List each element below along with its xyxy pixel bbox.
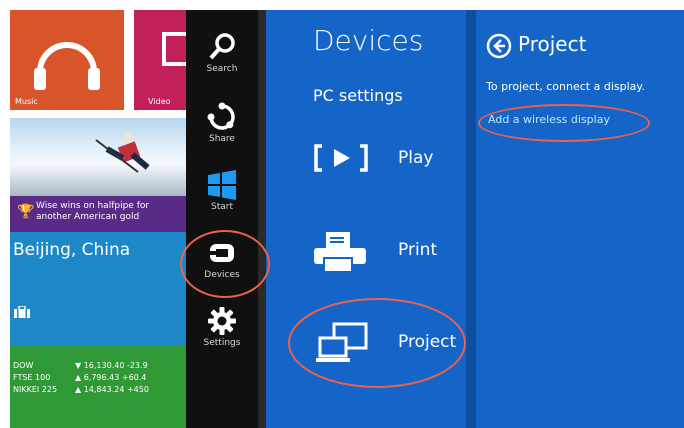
device-item-play[interactable]: Play — [266, 138, 466, 198]
finance-index-value: ▲ 14,843.24 +450 — [75, 385, 149, 394]
search-icon — [209, 33, 235, 60]
devices-icon — [210, 244, 234, 262]
share-icon — [207, 102, 235, 130]
headphones-icon — [34, 42, 100, 90]
charm-devices-label: Devices — [204, 270, 240, 280]
devices-pane: Devices PC settings Play Print Project — [266, 10, 466, 428]
charm-search[interactable]: Search — [186, 32, 258, 74]
news-headline: Wise wins on halfpipe for another Americ… — [36, 201, 186, 223]
charm-start-label: Start — [211, 202, 233, 212]
device-item-project-label: Project — [398, 332, 457, 352]
charm-search-label: Search — [206, 64, 238, 74]
pc-settings-link[interactable]: PC settings — [313, 86, 403, 105]
play-icon — [314, 144, 368, 172]
device-item-print[interactable]: Print — [266, 230, 466, 290]
music-tile-label: Music — [15, 97, 38, 106]
news-photo — [10, 118, 190, 196]
device-item-print-label: Print — [398, 240, 438, 260]
device-item-project[interactable]: Project — [266, 322, 466, 382]
project-header: Project — [486, 32, 586, 59]
trophy-icon: 🏆 — [17, 204, 35, 220]
project-hint: To project, connect a display. — [486, 80, 645, 93]
add-wireless-display-link[interactable]: Add a wireless display — [488, 113, 610, 126]
news-tile[interactable]: 🏆 Wise wins on halfpipe for another Amer… — [10, 118, 190, 232]
charm-settings[interactable]: Settings — [186, 306, 258, 348]
finance-row: DOW ▼ 16,130.40 -23.9 — [13, 360, 149, 372]
back-arrow-icon[interactable] — [486, 33, 512, 59]
video-tile[interactable]: Video — [134, 10, 190, 110]
finance-row: FTSE 100 ▲ 6,796.43 +60.4 — [13, 372, 149, 384]
suitcase-icon — [14, 306, 30, 318]
device-item-play-label: Play — [398, 148, 434, 168]
devices-title: Devices — [313, 24, 424, 57]
weather-city: Beijing, China — [13, 240, 131, 260]
windows-logo-icon — [208, 170, 236, 200]
charms-bar: Search Share Start Devices Settings — [186, 10, 258, 428]
project-pane: Project To project, connect a display. A… — [476, 10, 684, 428]
finance-index-name: FTSE 100 — [13, 373, 51, 382]
finance-index-name: DOW — [13, 361, 34, 370]
charm-start[interactable]: Start — [186, 170, 258, 212]
finance-index-value: ▼ 16,130.40 -23.9 — [75, 361, 148, 370]
news-headline-line-2: another American gold — [36, 212, 140, 222]
project-icon — [316, 322, 368, 362]
news-headline-bar: 🏆 Wise wins on halfpipe for another Amer… — [10, 196, 190, 232]
finance-index-name: NIKKEI 225 — [13, 385, 58, 394]
pane-divider — [466, 10, 476, 428]
gear-icon — [208, 307, 236, 335]
charm-settings-label: Settings — [203, 338, 241, 348]
music-tile[interactable]: Music — [10, 10, 124, 110]
finance-tile[interactable]: DOW ▼ 16,130.40 -23.9 FTSE 100 ▲ 6,796.43 … — [10, 346, 190, 428]
finance-index-value: ▲ 6,796.43 +60.4 — [75, 373, 147, 382]
finance-row: NIKKEI 225 ▲ 14,843.24 +450 — [13, 384, 149, 396]
project-title: Project — [518, 32, 587, 56]
skier-photo — [95, 132, 150, 173]
finance-table: DOW ▼ 16,130.40 -23.9 FTSE 100 ▲ 6,796.43 … — [13, 360, 149, 396]
screenshot-frame: Music Video 🏆 Wise wins on halfpipe for … — [10, 10, 684, 428]
news-headline-line-1: Wise wins on halfpipe for — [36, 201, 150, 211]
charm-share[interactable]: Share — [186, 102, 258, 144]
printer-icon — [314, 232, 366, 273]
charm-share-label: Share — [209, 134, 235, 144]
weather-tile[interactable]: Beijing, China — [10, 232, 190, 346]
charm-devices[interactable]: Devices — [186, 238, 258, 280]
charms-edge — [258, 10, 266, 428]
video-icon — [162, 32, 190, 66]
video-tile-label: Video — [148, 97, 171, 106]
